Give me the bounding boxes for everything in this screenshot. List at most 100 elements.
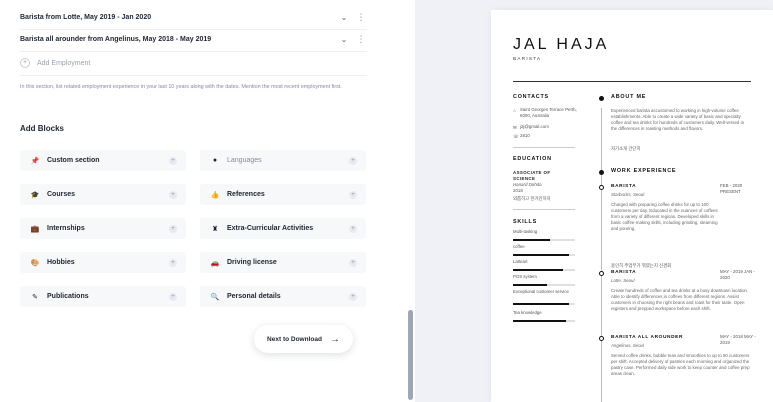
plus-icon[interactable]: +: [169, 156, 177, 165]
employment-item-title: Barista from Lotte, May 2019 - Jan 2020: [20, 14, 152, 21]
block-2[interactable]: 🎓 Courses +: [20, 184, 186, 205]
skill-level-bar: [513, 303, 575, 305]
magnifier-icon: 🔍: [210, 293, 220, 301]
block-9[interactable]: 🔍 Personal details +: [200, 286, 366, 307]
skill-name: Tea knowledge: [513, 310, 542, 315]
resume-page: JAL HAJA BARISTA CONTACTS ⌂ Saint George…: [491, 10, 773, 402]
skill-level-bar: [513, 284, 575, 286]
job-title: BARISTA: [611, 184, 637, 189]
plus-icon[interactable]: +: [169, 190, 177, 199]
timeline-line: [601, 108, 602, 402]
arrow-right-icon: →: [329, 333, 340, 345]
block-label: Languages: [227, 157, 262, 164]
thumbs-up-icon: 👍: [210, 191, 220, 199]
block-label: Custom section: [47, 157, 100, 164]
block-3[interactable]: 👍 References +: [200, 184, 366, 205]
skill-level-fill: [513, 303, 569, 305]
plus-icon[interactable]: +: [349, 190, 357, 199]
education-year: 2018: [513, 188, 523, 193]
skill-name: Exceptional customer service: [513, 289, 569, 294]
job-place: Lotte, Seoul: [611, 278, 635, 283]
car-icon: 🚗: [210, 259, 220, 267]
contact-email: j2j@gmail.com: [520, 124, 549, 129]
employment-item[interactable]: Barista from Lotte, May 2019 - Jan 2020 …: [20, 6, 367, 30]
job-title: BARISTA ALL AROUNDER: [611, 335, 684, 340]
chevron-down-icon[interactable]: ⌄: [339, 13, 349, 22]
divider: [513, 147, 575, 148]
skill-level-fill: [513, 269, 563, 271]
palette-icon: 🎨: [30, 259, 40, 267]
email-icon: ✉: [513, 125, 517, 130]
contacts-heading: CONTACTS: [513, 94, 549, 100]
skill-level-bar: [513, 269, 575, 271]
plus-icon[interactable]: +: [349, 156, 357, 165]
block-label: Publications: [47, 293, 89, 300]
block-label: Personal details: [227, 293, 281, 300]
timeline-dot: [599, 271, 604, 276]
add-blocks-title: Add Blocks: [20, 124, 65, 133]
plus-icon[interactable]: +: [169, 292, 177, 301]
block-label: References: [227, 191, 265, 198]
employment-item-title: Barista all arounder from Angelinus, May…: [20, 36, 212, 43]
skill-level-bar: [513, 254, 575, 256]
add-employment-label: Add Employment: [37, 59, 91, 67]
plus-icon: +: [20, 58, 30, 68]
skill-name: Multi-tasking: [513, 229, 538, 234]
job-description: Charged with preparing coffee drinks for…: [611, 202, 718, 232]
education-degree: ASSOCIATE OF SCIENCE: [513, 170, 551, 182]
job-description: Create hundreds of coffee and tea drinks…: [611, 288, 749, 312]
globe-icon: ●: [212, 157, 218, 164]
skill-level-fill: [513, 254, 569, 256]
block-7[interactable]: 🚗 Driving license +: [200, 252, 366, 273]
block-label: Extra-Curricular Activities: [227, 225, 314, 232]
plus-icon[interactable]: +: [169, 224, 177, 233]
skill-level-bar: [513, 320, 575, 322]
work-heading: WORK EXPERIENCE: [611, 168, 677, 174]
plus-icon[interactable]: +: [169, 258, 177, 267]
resume-preview-pane: JAL HAJA BARISTA CONTACTS ⌂ Saint George…: [415, 0, 773, 402]
more-options-icon[interactable]: ⋮: [355, 12, 367, 23]
block-label: Courses: [47, 191, 76, 198]
pen-icon: ✎: [32, 293, 38, 301]
block-6[interactable]: 🎨 Hobbies +: [20, 252, 186, 273]
employment-item[interactable]: Barista all arounder from Angelinus, May…: [20, 28, 367, 52]
next-to-download-button[interactable]: Next to Download →: [254, 325, 353, 353]
chess-icon: ♜: [211, 225, 219, 233]
block-8[interactable]: ✎ Publications +: [20, 286, 186, 307]
header-divider: [513, 81, 751, 82]
job-date: MAY - 2018 MAY - 2019: [720, 334, 756, 345]
block-1[interactable]: ● Languages +: [200, 150, 366, 171]
job-date: FEB - 2020 PRESENT: [720, 183, 743, 194]
briefcase-icon: 💼: [30, 225, 40, 233]
skill-name: POS system: [513, 274, 537, 279]
block-5[interactable]: ♜ Extra-Curricular Activities +: [200, 218, 366, 239]
next-button-label: Next to Download: [267, 335, 322, 343]
skill-level-fill: [513, 239, 551, 241]
block-label: Internships: [47, 225, 85, 232]
chevron-down-icon[interactable]: ⌄: [339, 35, 349, 44]
divider: [20, 75, 367, 76]
employment-hint: In this section, list related employment…: [20, 84, 342, 90]
skill-level-bar: [513, 239, 575, 241]
plus-icon[interactable]: +: [349, 258, 357, 267]
more-options-icon[interactable]: ⋮: [355, 34, 367, 45]
block-4[interactable]: 💼 Internships +: [20, 218, 186, 239]
block-0[interactable]: 📌 Custom section +: [20, 150, 186, 171]
job-description: Served coffee drinks, bubble teas and sm…: [611, 353, 750, 377]
skill-level-fill: [513, 320, 566, 322]
timeline-dot: [599, 96, 604, 101]
plus-icon[interactable]: +: [349, 224, 357, 233]
job-note: 용인히 주업무가 뭐였는지 신경회: [611, 263, 672, 268]
resume-builder-window: Barista from Lotte, May 2019 - Jan 2020 …: [0, 0, 773, 402]
skill-name: coffee: [513, 244, 525, 249]
add-employment-button[interactable]: + Add Employment: [20, 58, 90, 68]
skill-level-fill: [513, 284, 548, 286]
scrollbar-thumb[interactable]: [408, 310, 413, 400]
education-heading: EDUCATION: [513, 156, 552, 162]
plus-icon[interactable]: +: [349, 292, 357, 301]
timeline-dot: [599, 170, 604, 175]
job-place: Starbucks, Seoul: [611, 192, 645, 197]
about-text: Experienced barista accustomed to workin…: [611, 108, 745, 132]
contact-address: Saint Georges Terrace Perth, 6000, Austr…: [520, 107, 577, 119]
job-title: BARISTA: [611, 270, 637, 275]
